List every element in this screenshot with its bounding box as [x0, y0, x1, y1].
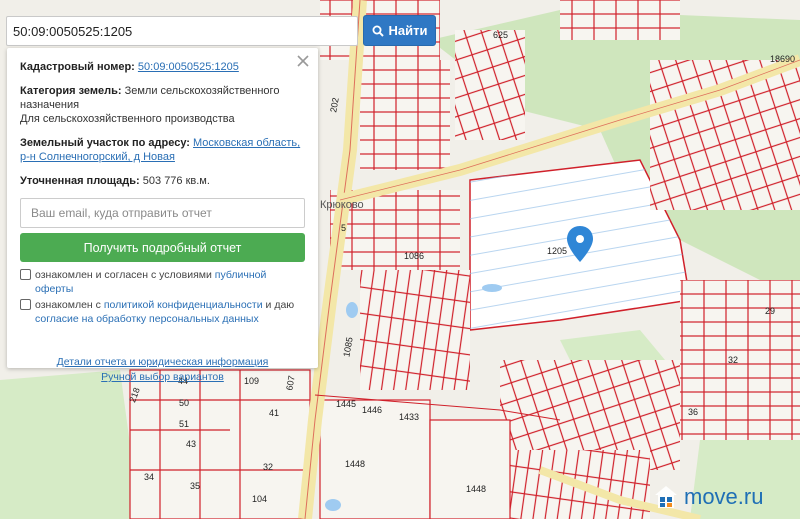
search-button-label: Найти	[388, 23, 428, 38]
parcel-label: 1433	[399, 412, 420, 422]
cadastral-number-row: Кадастровый номер: 50:09:0050525:1205	[20, 60, 305, 74]
land-use-value: Для сельскохозяйственного производства	[20, 113, 235, 125]
parcel-label: 1086	[404, 251, 425, 261]
address-row: Земельный участок по адресу: Московская …	[20, 136, 305, 164]
land-category-label: Категория земель:	[20, 85, 122, 97]
offer-consent-checkbox[interactable]	[20, 269, 31, 280]
address-label: Земельный участок по адресу:	[20, 137, 190, 149]
privacy-consent-text: ознакомлен с	[35, 299, 101, 311]
site-logo[interactable]: move.ru	[654, 484, 763, 510]
close-icon[interactable]	[296, 54, 310, 68]
report-details-link[interactable]: Детали отчета и юридическая информация	[20, 355, 305, 370]
parcel-label: 1448	[466, 484, 487, 494]
email-field[interactable]	[20, 198, 305, 228]
parcel-label: 1205	[547, 246, 568, 256]
offer-consent-checkbox-row: ознакомлен и согласен с условиями публич…	[20, 268, 305, 296]
parcel-label: 35	[190, 481, 201, 491]
parcel-label: 625	[493, 30, 509, 40]
get-report-button[interactable]: Получить подробный отчет	[20, 233, 305, 262]
area-row: Уточненная площадь: 503 776 кв.м.	[20, 174, 305, 188]
village-label: Крюково	[320, 199, 364, 211]
area-value: 503 776 кв.м.	[142, 175, 210, 187]
area-label: Уточненная площадь:	[20, 175, 140, 187]
parcel-label: 51	[179, 419, 190, 429]
privacy-policy-link[interactable]: политикой конфиденциальности	[104, 299, 263, 311]
parcel-label: 43	[186, 439, 197, 449]
house-logo-icon	[655, 486, 677, 508]
parcel-info-panel: Кадастровый номер: 50:09:0050525:1205 Ка…	[7, 48, 318, 383]
parcel-label: 1446	[362, 405, 383, 415]
privacy-consent-checkbox[interactable]	[20, 299, 31, 310]
parcel-label: 36	[688, 407, 699, 417]
parcel-label: 32	[728, 355, 739, 365]
parcel-label: 18690	[770, 54, 796, 64]
privacy-consent-checkbox-row: ознакомлен с политикой конфиденциальност…	[20, 298, 305, 326]
manual-selection-link[interactable]: Ручной выбор вариантов	[20, 370, 305, 385]
parcel-label: 1448	[345, 459, 366, 469]
parcel-label: 5	[341, 223, 347, 233]
parcel-label: 104	[252, 494, 268, 504]
cadastral-number-link[interactable]: 50:09:0050525:1205	[138, 61, 239, 73]
parcel-label: 41	[269, 408, 280, 418]
parcel-label: 50	[179, 398, 190, 408]
parcel-label: 29	[765, 306, 776, 316]
parcel-label: 1445	[336, 399, 357, 409]
parcel-label: 32	[263, 462, 274, 472]
cadastral-number-label: Кадастровый номер:	[20, 61, 135, 73]
search-button[interactable]: Найти	[363, 15, 436, 46]
personal-data-consent-link[interactable]: согласие на обработку персональных данны…	[35, 313, 259, 325]
privacy-consent-text-2: и даю	[265, 299, 295, 311]
parcel-label: 34	[144, 472, 155, 482]
search-icon	[372, 25, 384, 37]
panel-footer-links: Детали отчета и юридическая информация Р…	[20, 355, 305, 385]
logo-text: move.ru	[684, 484, 764, 509]
land-category-row: Категория земель: Земли сельскохозяйстве…	[20, 84, 305, 126]
offer-consent-text: ознакомлен и согласен с условиями	[35, 269, 212, 281]
cadastral-search-input[interactable]	[6, 16, 358, 46]
